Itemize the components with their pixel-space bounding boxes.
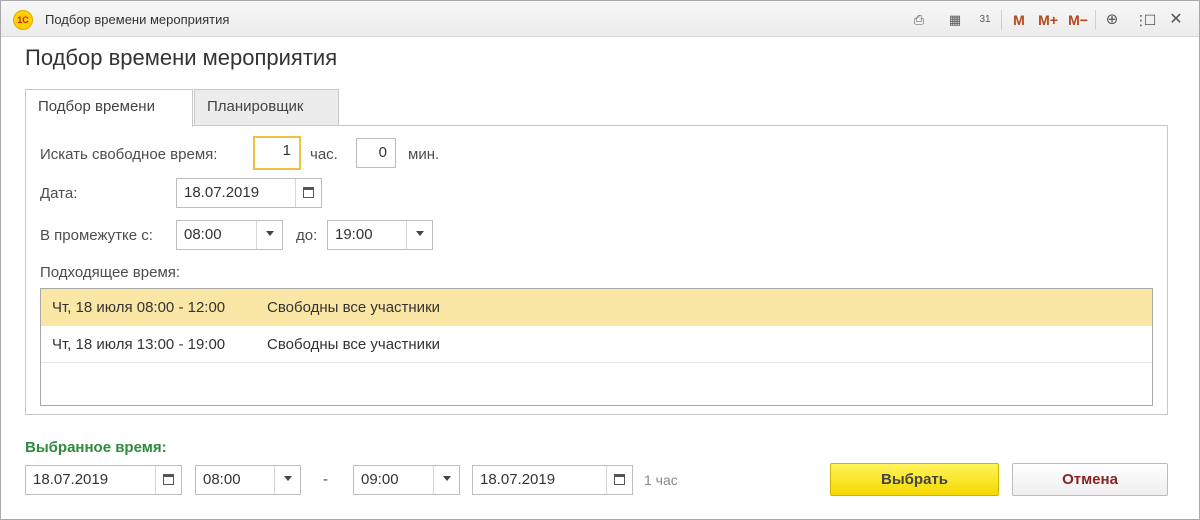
- list-item-status: Свободны все участники: [267, 299, 441, 316]
- list-item[interactable]: Чт, 18 июля 08:00 - 12:00 Свободны все уч…: [41, 289, 1152, 326]
- title-bar: 1С Подбор времени мероприятия ⎙ ▦ 31 M M…: [1, 1, 1199, 37]
- chevron-down-icon[interactable]: [433, 466, 459, 494]
- suitable-time-list[interactable]: Чт, 18 июля 08:00 - 12:00 Свободны все уч…: [40, 288, 1153, 406]
- tab-scheduler[interactable]: Планировщик: [194, 89, 339, 126]
- window-title: Подбор времени мероприятия: [45, 12, 230, 27]
- event-time-picker-window: 1С Подбор времени мероприятия ⎙ ▦ 31 M M…: [0, 0, 1200, 520]
- chevron-down-icon[interactable]: [256, 221, 282, 249]
- range-to-select[interactable]: 19:00: [327, 220, 433, 250]
- chevron-down-icon[interactable]: [274, 466, 300, 494]
- range-from-label: В промежутке с:: [40, 227, 153, 244]
- maximize-icon[interactable]: ☐: [1139, 9, 1161, 31]
- range-to-label: до:: [296, 227, 318, 244]
- hours-unit-label: час.: [310, 146, 338, 163]
- calendar-picker-icon[interactable]: [155, 466, 181, 494]
- tab-time-selection[interactable]: Подбор времени: [25, 89, 193, 127]
- calendar-icon[interactable]: 31: [974, 9, 996, 31]
- print-icon[interactable]: ⎙: [908, 9, 930, 31]
- selected-time-label: Выбранное время:: [25, 439, 167, 456]
- range-from-select[interactable]: 08:00: [176, 220, 283, 250]
- end-date-field[interactable]: 18.07.2019: [472, 465, 633, 495]
- start-time-value: 08:00: [203, 471, 241, 488]
- calendar-picker-icon[interactable]: [295, 179, 321, 207]
- end-date-value: 18.07.2019: [480, 471, 556, 488]
- toolbar-divider: [1095, 10, 1096, 30]
- tab-panel: Искать свободное время: 1 час. 0 мин. Да…: [25, 125, 1168, 415]
- page-title: Подбор времени мероприятия: [25, 45, 338, 70]
- memory-button[interactable]: M: [1009, 9, 1029, 31]
- start-time-select[interactable]: 08:00: [195, 465, 301, 495]
- chevron-down-icon[interactable]: [406, 221, 432, 249]
- list-item-period: Чт, 18 июля 08:00 - 12:00: [52, 299, 226, 316]
- minutes-value: 0: [378, 144, 387, 161]
- toolbar-divider: [1001, 10, 1002, 30]
- duration-text: 1 час: [644, 472, 678, 488]
- date-field[interactable]: 18.07.2019: [176, 178, 322, 208]
- list-item-status: Свободны все участники: [267, 336, 441, 353]
- list-item[interactable]: Чт, 18 июля 13:00 - 19:00 Свободны все уч…: [41, 326, 1152, 363]
- close-icon[interactable]: ✕: [1165, 9, 1187, 31]
- time-range-separator: -: [323, 471, 328, 488]
- suitable-time-label: Подходящее время:: [40, 264, 181, 281]
- list-item-period: Чт, 18 июля 13:00 - 19:00: [52, 336, 226, 353]
- minutes-unit-label: мин.: [408, 146, 440, 163]
- end-time-select[interactable]: 09:00: [353, 465, 460, 495]
- memory-plus-button[interactable]: M+: [1035, 9, 1061, 31]
- start-date-field[interactable]: 18.07.2019: [25, 465, 182, 495]
- memory-minus-button[interactable]: M−: [1065, 9, 1091, 31]
- end-time-value: 09:00: [361, 471, 399, 488]
- spreadsheet-icon[interactable]: ▦: [944, 9, 966, 31]
- calendar-picker-icon[interactable]: [606, 466, 632, 494]
- cancel-button[interactable]: Отмена: [1012, 463, 1168, 496]
- start-date-value: 18.07.2019: [33, 471, 109, 488]
- hours-input[interactable]: 1: [253, 136, 301, 170]
- date-value: 18.07.2019: [184, 184, 260, 201]
- range-from-value: 08:00: [184, 226, 222, 243]
- search-free-time-label: Искать свободное время:: [40, 146, 218, 163]
- range-to-value: 19:00: [335, 226, 373, 243]
- hours-value: 1: [282, 142, 291, 159]
- select-button[interactable]: Выбрать: [830, 463, 999, 496]
- zoom-icon[interactable]: ⊕: [1101, 9, 1123, 31]
- app-logo-icon: 1С: [13, 10, 33, 30]
- minutes-input[interactable]: 0: [356, 138, 396, 168]
- date-label: Дата:: [40, 185, 78, 202]
